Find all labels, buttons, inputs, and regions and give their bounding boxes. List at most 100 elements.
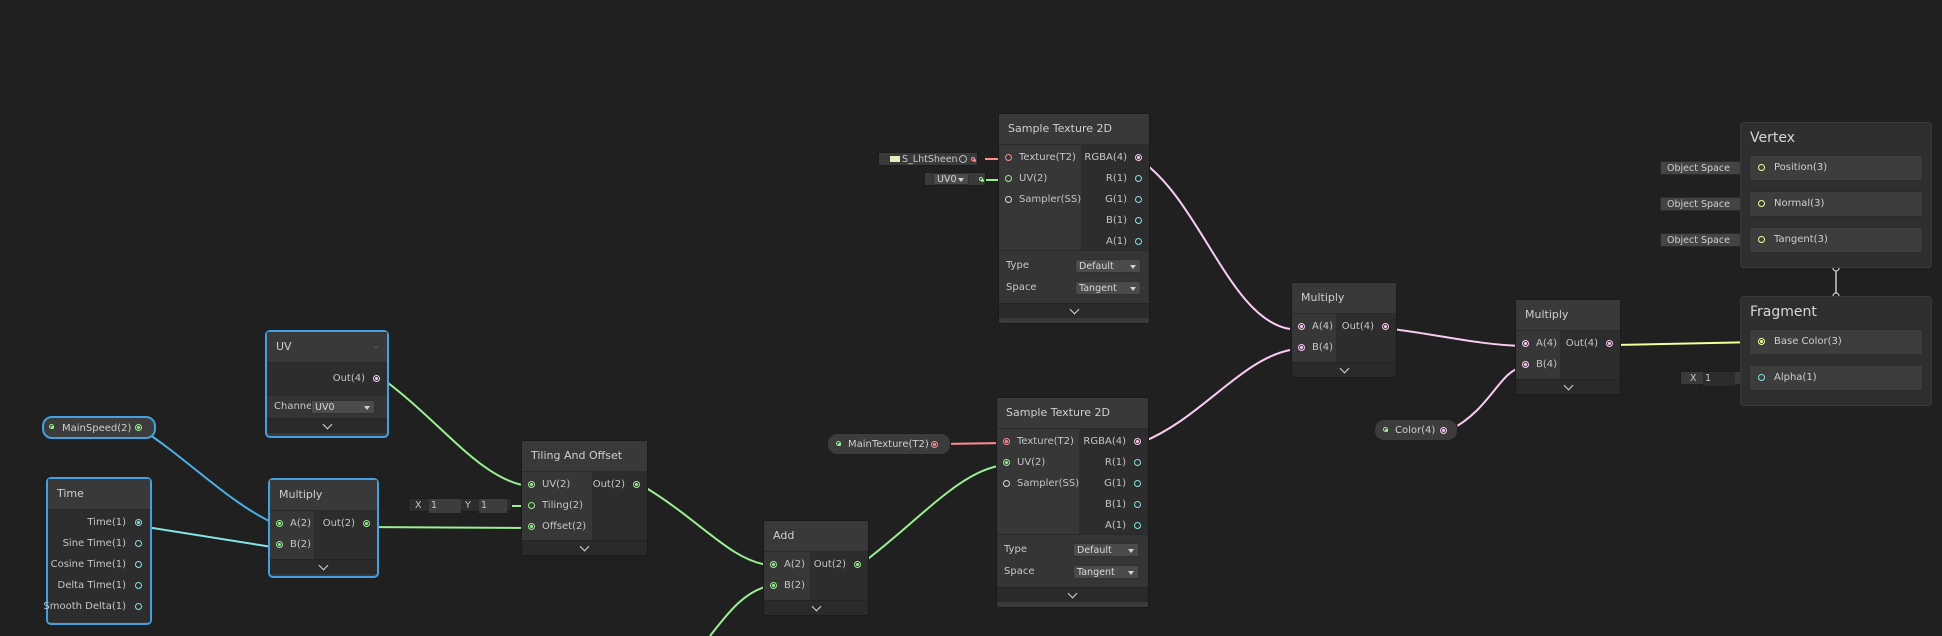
vertex-context[interactable]: Vertex Position(3) Normal(3) Tangent(3) bbox=[1740, 122, 1932, 268]
expand-toggle[interactable] bbox=[1292, 362, 1396, 377]
color-property-node[interactable]: Color(4) bbox=[1374, 419, 1458, 441]
port-dot-icon[interactable] bbox=[1003, 480, 1010, 487]
output-rgba[interactable]: RGBA(4) bbox=[1083, 435, 1126, 449]
multiply-node-3[interactable]: Multiply A(4) B(4) Out(4) bbox=[1515, 299, 1621, 395]
input-uv[interactable]: UV(2) bbox=[542, 478, 570, 492]
space-dropdown[interactable]: Tangent bbox=[1073, 565, 1139, 579]
port-dot-icon[interactable] bbox=[135, 540, 142, 547]
output-a[interactable]: A(1) bbox=[1105, 519, 1126, 533]
input-a[interactable]: A(2) bbox=[784, 558, 805, 572]
port-dot-icon[interactable] bbox=[1298, 323, 1305, 330]
output-b[interactable]: B(1) bbox=[1105, 498, 1126, 512]
port-dot-icon[interactable] bbox=[1382, 323, 1389, 330]
uv-channel-dropdown[interactable]: UV0 bbox=[933, 173, 969, 185]
uv-node[interactable]: UV – Out(4) Channe UV0 bbox=[265, 330, 389, 438]
slot-tangent[interactable]: Tangent(3) bbox=[1749, 227, 1923, 253]
tangent-space-tag[interactable]: Object Space bbox=[1660, 233, 1746, 247]
output-port-icon[interactable] bbox=[1440, 427, 1447, 434]
output-out[interactable]: Out(4) bbox=[333, 372, 365, 386]
output-r[interactable]: R(1) bbox=[1106, 172, 1127, 186]
sample-texture-2d-node-1[interactable]: Sample Texture 2D Texture(T2) UV(2) Samp… bbox=[998, 113, 1150, 324]
expand-toggle[interactable] bbox=[764, 600, 868, 615]
input-a[interactable]: A(2) bbox=[290, 517, 311, 531]
output-smooth-delta[interactable]: Smooth Delta(1) bbox=[43, 600, 126, 614]
collapse-icon[interactable]: – bbox=[374, 332, 380, 362]
space-dropdown[interactable]: Tangent bbox=[1075, 281, 1141, 295]
port-dot-icon[interactable] bbox=[1135, 196, 1142, 203]
normal-space-tag[interactable]: Object Space bbox=[1660, 197, 1746, 211]
port-dot-icon[interactable] bbox=[528, 523, 535, 530]
port-dot-icon[interactable] bbox=[1134, 438, 1141, 445]
expand-toggle[interactable] bbox=[1516, 379, 1620, 394]
port-dot-icon[interactable] bbox=[276, 520, 283, 527]
output-port-icon[interactable] bbox=[931, 441, 938, 448]
expand-toggle[interactable] bbox=[522, 540, 647, 555]
output-g[interactable]: G(1) bbox=[1105, 193, 1127, 207]
type-dropdown[interactable]: Default bbox=[1073, 543, 1139, 557]
port-dot-icon[interactable] bbox=[1758, 338, 1765, 345]
port-dot-icon[interactable] bbox=[1758, 374, 1765, 381]
port-dot-icon[interactable] bbox=[1522, 361, 1529, 368]
output-out[interactable]: Out(4) bbox=[1566, 337, 1598, 351]
mainspeed-property-node[interactable]: MainSpeed(2) bbox=[42, 416, 156, 439]
uv-inline-input[interactable]: UV0 bbox=[924, 172, 986, 186]
port-dot-icon[interactable] bbox=[1134, 459, 1141, 466]
input-tiling[interactable]: Tiling(2) bbox=[542, 499, 583, 513]
multiply-node-2[interactable]: Multiply A(4) B(4) Out(4) bbox=[1291, 282, 1397, 378]
output-g[interactable]: G(1) bbox=[1104, 477, 1126, 491]
input-b[interactable]: B(4) bbox=[1536, 358, 1557, 372]
output-time[interactable]: Time(1) bbox=[87, 516, 126, 530]
port-dot-icon[interactable] bbox=[1606, 340, 1613, 347]
port-dot-icon[interactable] bbox=[1003, 459, 1010, 466]
output-port-icon[interactable] bbox=[135, 424, 142, 431]
sample-texture-2d-node-2[interactable]: Sample Texture 2D Texture(T2) UV(2) Samp… bbox=[996, 397, 1149, 608]
texture-inline-input[interactable]: S_LhtSheen bbox=[878, 152, 978, 166]
output-out[interactable]: Out(4) bbox=[1342, 320, 1374, 334]
output-delta-time[interactable]: Delta Time(1) bbox=[58, 579, 127, 593]
alpha-inline-input[interactable]: X 1 bbox=[1680, 371, 1746, 386]
slot-position[interactable]: Position(3) bbox=[1749, 155, 1923, 181]
output-out[interactable]: Out(2) bbox=[814, 558, 846, 572]
time-node[interactable]: Time Time(1) Sine Time(1) Cosine Time(1)… bbox=[43, 477, 152, 625]
output-out[interactable]: Out(2) bbox=[323, 517, 355, 531]
port-dot-icon[interactable] bbox=[854, 561, 861, 568]
input-sampler[interactable]: Sampler(SS) bbox=[1017, 477, 1079, 491]
add-node[interactable]: Add A(2) B(2) Out(2) bbox=[763, 520, 869, 616]
port-dot-icon[interactable] bbox=[528, 481, 535, 488]
port-dot-icon[interactable] bbox=[1005, 175, 1012, 182]
input-sampler[interactable]: Sampler(SS) bbox=[1019, 193, 1081, 207]
port-dot-icon[interactable] bbox=[363, 520, 370, 527]
port-dot-icon[interactable] bbox=[1298, 344, 1305, 351]
y-field[interactable]: 1 bbox=[479, 499, 507, 513]
expand-toggle[interactable] bbox=[999, 303, 1149, 318]
port-dot-icon[interactable] bbox=[1135, 175, 1142, 182]
input-texture[interactable]: Texture(T2) bbox=[1019, 151, 1076, 165]
input-a[interactable]: A(4) bbox=[1312, 320, 1333, 334]
tiling-inline-input[interactable]: X 1 Y 1 bbox=[408, 498, 512, 513]
input-offset[interactable]: Offset(2) bbox=[542, 520, 586, 534]
port-dot-icon[interactable] bbox=[135, 519, 142, 526]
multiply-node-1[interactable]: Multiply A(2) B(2) Out(2) bbox=[268, 478, 379, 578]
port-dot-icon[interactable] bbox=[1003, 438, 1010, 445]
port-dot-icon[interactable] bbox=[373, 375, 380, 382]
port-dot-icon[interactable] bbox=[1134, 501, 1141, 508]
port-dot-icon[interactable] bbox=[1522, 340, 1529, 347]
port-dot-icon[interactable] bbox=[1135, 154, 1142, 161]
port-dot-icon[interactable] bbox=[1758, 164, 1765, 171]
type-dropdown[interactable]: Default bbox=[1075, 259, 1141, 273]
port-dot-icon[interactable] bbox=[528, 502, 535, 509]
expand-toggle[interactable] bbox=[270, 559, 377, 574]
expand-toggle[interactable] bbox=[267, 418, 387, 433]
port-dot-icon[interactable] bbox=[1005, 154, 1012, 161]
port-dot-icon[interactable] bbox=[135, 603, 142, 610]
port-dot-icon[interactable] bbox=[1005, 196, 1012, 203]
input-uv[interactable]: UV(2) bbox=[1019, 172, 1047, 186]
output-rgba[interactable]: RGBA(4) bbox=[1084, 151, 1127, 165]
port-dot-icon[interactable] bbox=[1758, 236, 1765, 243]
output-r[interactable]: R(1) bbox=[1105, 456, 1126, 470]
port-dot-icon[interactable] bbox=[1134, 480, 1141, 487]
maintexture-property-node[interactable]: MainTexture(T2) bbox=[827, 433, 951, 455]
tiling-and-offset-node[interactable]: Tiling And Offset UV(2) Tiling(2) Offset… bbox=[521, 440, 648, 556]
port-dot-icon[interactable] bbox=[1135, 217, 1142, 224]
x-field[interactable]: 1 bbox=[429, 499, 461, 513]
